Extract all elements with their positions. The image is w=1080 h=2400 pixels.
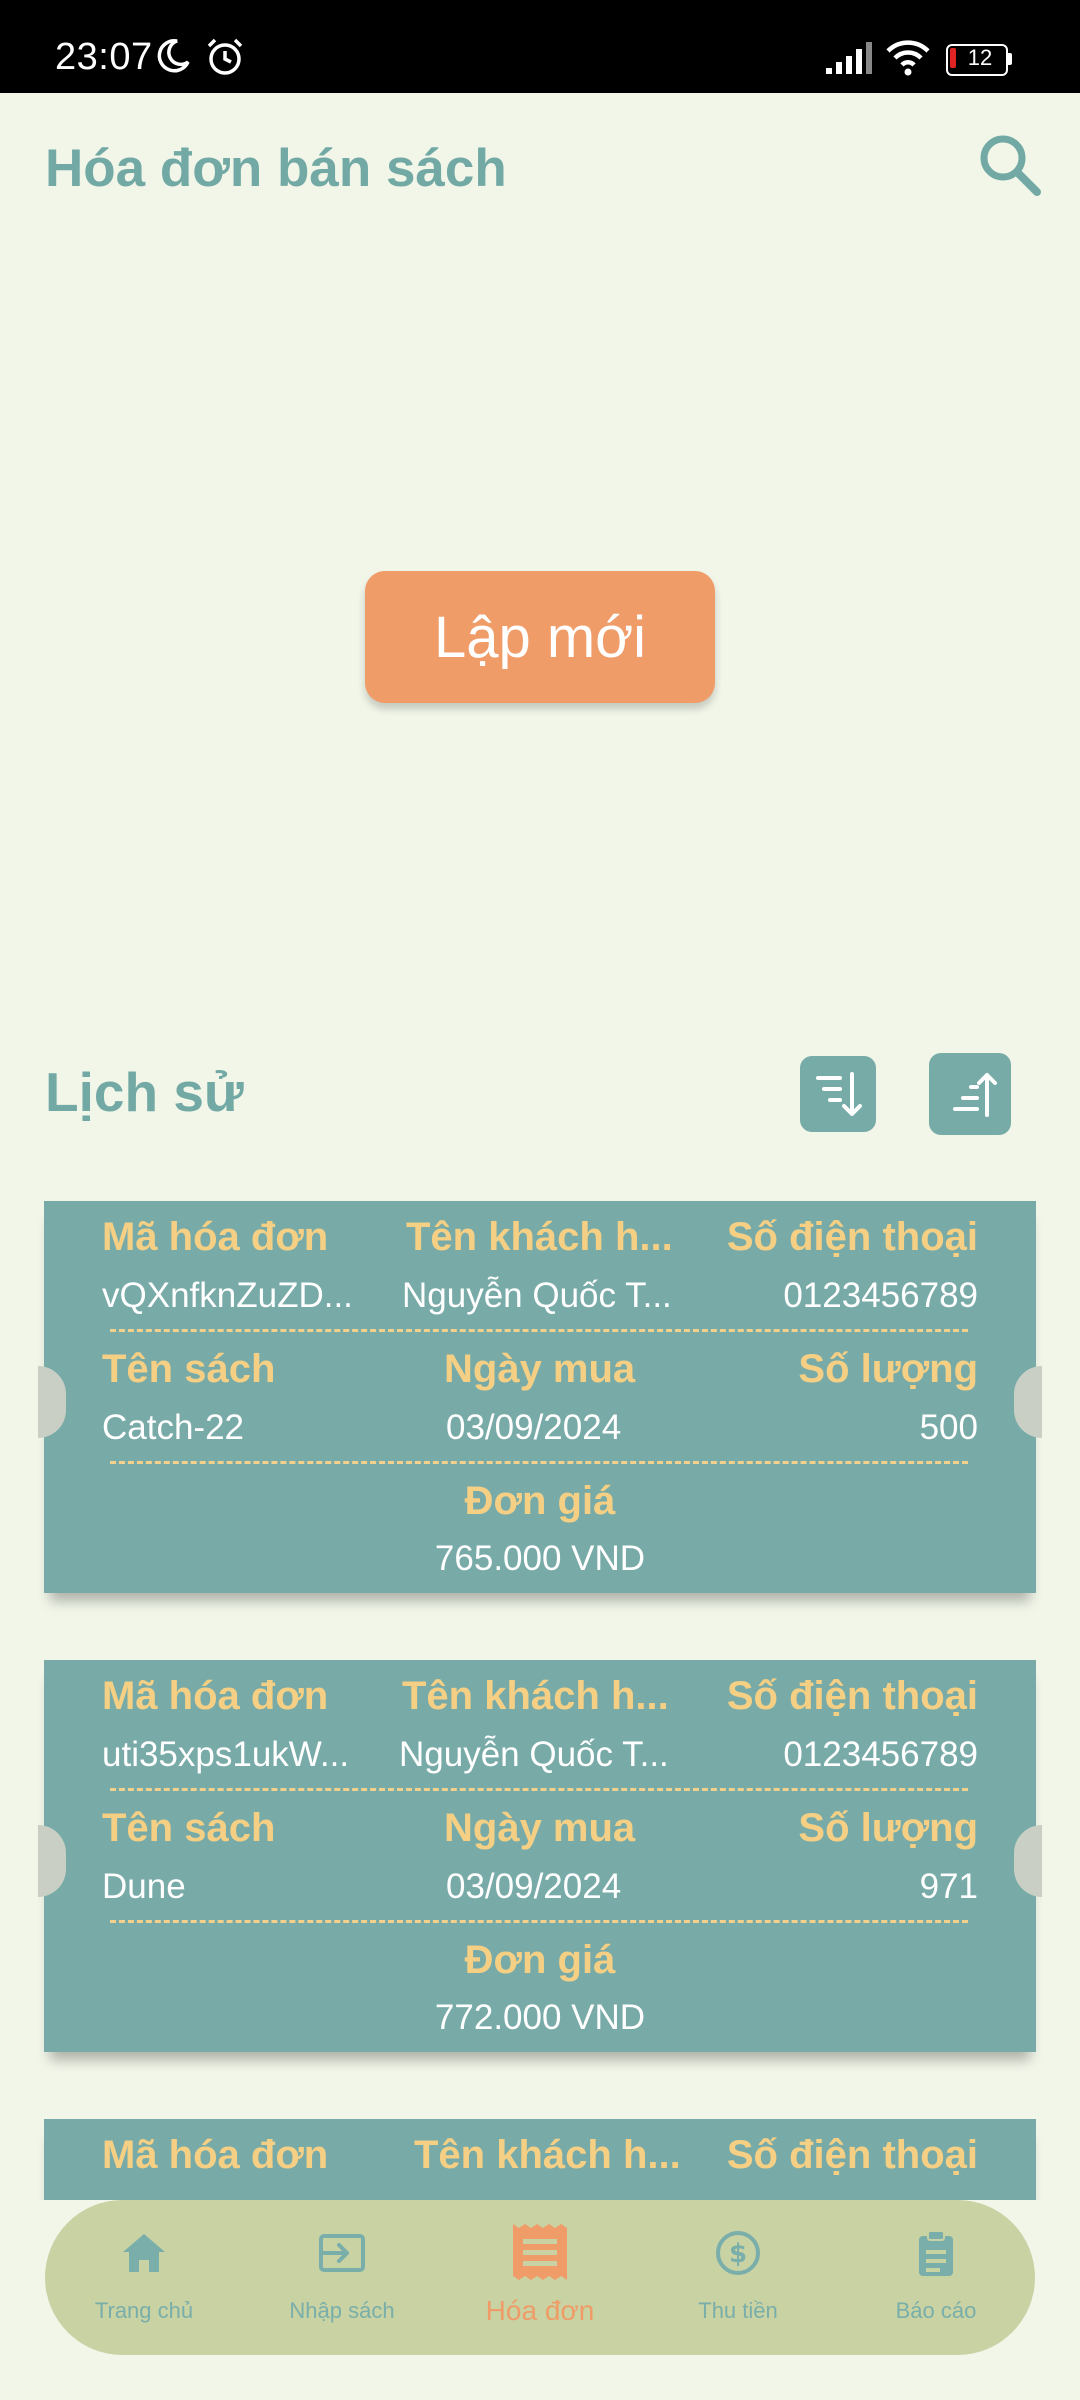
- nav-item-import-books[interactable]: Nhập sách: [243, 2200, 441, 2355]
- dollar-icon: $: [716, 2231, 760, 2275]
- invoice-card[interactable]: Mã hóa đơn Tên khách h... Số điện thoại …: [38, 1201, 1042, 1593]
- search-icon[interactable]: [975, 130, 1045, 200]
- unit-price-label: Đơn giá: [464, 1479, 616, 1523]
- phone-value: 0123456789: [783, 1276, 978, 1315]
- receipt-icon: [513, 2224, 567, 2280]
- unit-price-label: Đơn giá: [464, 1938, 616, 1982]
- invoice-id-label: Mã hóa đơn: [102, 1674, 329, 1718]
- customer-name-value: Nguyễn Quốc T...: [399, 1735, 669, 1774]
- invoice-card[interactable]: Mã hóa đơn Tên khách h... Số điện thoại …: [38, 1660, 1042, 2052]
- nav-label-home: Trang chủ: [94, 2298, 194, 2323]
- signal-icon: [826, 42, 872, 74]
- divider: [110, 1788, 968, 1791]
- invoice-id-label: Mã hóa đơn: [102, 1215, 329, 1259]
- phone-label: Số điện thoại: [726, 2133, 978, 2177]
- purchase-date-label: Ngày mua: [444, 1347, 636, 1391]
- nav-item-reports[interactable]: Báo cáo: [837, 2200, 1035, 2355]
- history-title: Lịch sử: [45, 1061, 244, 1123]
- nav-label-payments: Thu tiền: [698, 2298, 778, 2323]
- sort-descending-button[interactable]: [800, 1056, 876, 1132]
- purchase-date-label: Ngày mua: [444, 1806, 636, 1850]
- invoice-history-list[interactable]: Mã hóa đơn Tên khách h... Số điện thoại …: [0, 1195, 1080, 2200]
- sort-ascending-button[interactable]: [929, 1053, 1011, 1135]
- unit-price-value: 765.000 VND: [434, 1539, 646, 1578]
- quantity-value: 500: [919, 1408, 978, 1447]
- nav-item-invoices[interactable]: Hóa đơn: [441, 2200, 639, 2355]
- divider: [110, 1461, 968, 1464]
- alarm-icon: [207, 38, 243, 75]
- divider: [110, 1920, 968, 1923]
- battery-level: 12: [967, 45, 993, 70]
- book-title-value: Dune: [102, 1867, 186, 1906]
- customer-name-label: Tên khách h...: [402, 1674, 669, 1718]
- customer-name-label: Tên khách h...: [414, 2133, 681, 2177]
- quantity-label: Số lượng: [798, 1347, 978, 1391]
- status-time: 23:07: [55, 36, 153, 78]
- invoice-id-value: vQXnfknZuZD...: [102, 1276, 353, 1315]
- clipboard-icon: [919, 2230, 953, 2276]
- svg-text:$: $: [729, 2239, 747, 2269]
- status-bar: 23:07 12: [0, 0, 1080, 93]
- invoice-id-label: Mã hóa đơn: [102, 2133, 329, 2177]
- nav-label-invoices: Hóa đơn: [485, 2295, 595, 2326]
- home-icon: [123, 2234, 165, 2272]
- invoice-card[interactable]: Mã hóa đơn Tên khách h... Số điện thoại: [44, 2119, 1036, 2200]
- wifi-icon: [886, 40, 930, 76]
- invoice-id-value: uti35xps1ukW...: [102, 1735, 350, 1774]
- quantity-label: Số lượng: [798, 1806, 978, 1850]
- customer-name-value: Nguyễn Quốc T...: [402, 1276, 672, 1315]
- nav-label-reports: Báo cáo: [895, 2298, 977, 2323]
- book-title-label: Tên sách: [102, 1806, 276, 1850]
- battery-indicator: 12: [946, 44, 1012, 76]
- divider: [110, 1329, 968, 1332]
- sort-descending-icon: [816, 1072, 862, 1116]
- phone-label: Số điện thoại: [726, 1674, 978, 1718]
- sort-ascending-icon: [953, 1073, 997, 1117]
- phone-label: Số điện thoại: [726, 1215, 978, 1259]
- customer-name-label: Tên khách h...: [406, 1215, 673, 1259]
- unit-price-value: 772.000 VND: [434, 1998, 646, 2037]
- nav-label-import-books: Nhập sách: [289, 2298, 395, 2323]
- phone-value: 0123456789: [783, 1735, 978, 1774]
- quantity-value: 971: [919, 1867, 978, 1906]
- book-title-label: Tên sách: [102, 1347, 276, 1391]
- book-title-value: Catch-22: [102, 1408, 245, 1447]
- nav-item-home[interactable]: Trang chủ: [45, 2200, 243, 2355]
- do-not-disturb-moon-icon: [157, 39, 190, 73]
- bottom-navigation: Trang chủ Nhập sách Hóa đơn $ Thu tiền B…: [45, 2200, 1035, 2355]
- purchase-date-value: 03/09/2024: [446, 1408, 622, 1447]
- import-icon: [319, 2234, 365, 2272]
- purchase-date-value: 03/09/2024: [446, 1867, 622, 1906]
- create-invoice-button[interactable]: Lập mới: [365, 571, 715, 703]
- nav-item-payments[interactable]: $ Thu tiền: [639, 2200, 837, 2355]
- page-title: Hóa đơn bán sách: [45, 139, 507, 198]
